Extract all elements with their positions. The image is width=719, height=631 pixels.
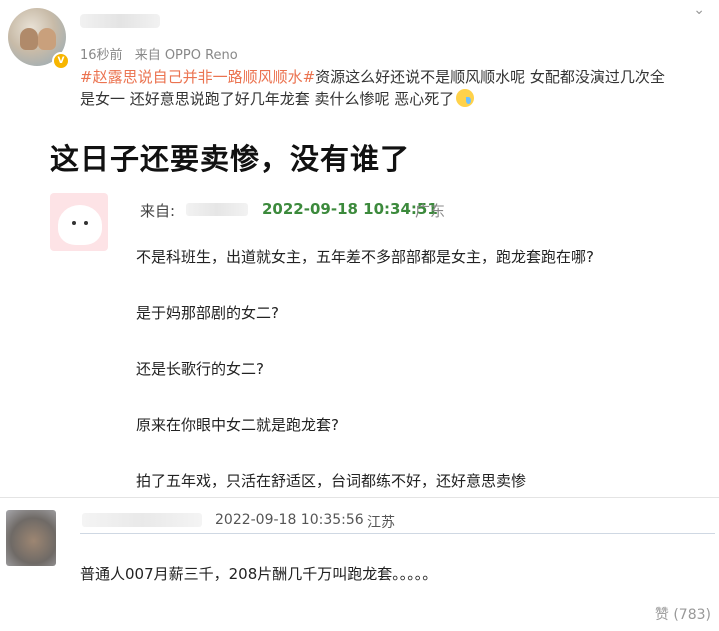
commenter-name-blurred[interactable] — [82, 513, 202, 527]
comment-paragraph: 还是长歌行的女二? — [136, 360, 264, 378]
post-meta: 16秒前 来自 OPPO Reno — [80, 44, 246, 63]
commenter-avatar[interactable] — [50, 193, 108, 251]
commenter-name-blurred[interactable] — [186, 203, 248, 216]
avatar-eye — [72, 221, 76, 225]
comment-paragraph: 原来在你眼中女二就是跑龙套? — [136, 416, 339, 434]
avatar-figure — [20, 28, 38, 50]
comment-location: 江苏 — [367, 515, 395, 531]
avatar-figure — [38, 28, 56, 50]
like-button[interactable]: 赞 (783) — [655, 604, 711, 624]
commenter-avatar[interactable] — [6, 510, 56, 566]
crying-emoji-icon — [456, 89, 475, 107]
chevron-down-icon[interactable]: ⌄ — [693, 2, 705, 18]
divider — [80, 533, 715, 534]
comment-paragraph: 是于妈那部剧的女二? — [136, 304, 279, 322]
comment-timestamp: 2022-09-18 10:35:56 — [215, 512, 364, 528]
avatar-eye — [84, 221, 88, 225]
comment-paragraph: 拍了五年戏，只活在舒适区，台词都练不好，还好意思卖惨 — [136, 472, 527, 490]
comment-paragraph: 不是科班生，出道就女主，五年差不多部部都是女主，跑龙套跑在哪? — [136, 248, 594, 266]
post-time: 16秒前 — [80, 48, 123, 63]
post-text: #赵露思说自己并非一路顺风顺水#资源这么好还说不是顺风顺水呢 女配都没演过几次全… — [80, 66, 710, 110]
post-text-line2: 是女一 还好意思说跑了好几年龙套 卖什么惨呢 恶心死了 — [80, 90, 455, 108]
headline-caption: 这日子还要卖惨，没有谁了 — [50, 142, 411, 176]
hashtag-link[interactable]: #赵露思说自己并非一路顺风顺水# — [80, 68, 315, 86]
comment-from-label: 来自: — [140, 202, 176, 220]
comment-timestamp: 2022-09-18 10:34:51 — [262, 200, 438, 218]
avatar-figure — [58, 205, 102, 245]
comment-location: 广东 — [415, 202, 446, 220]
post-source: 来自 OPPO Reno — [134, 48, 238, 63]
username-blurred[interactable] — [80, 14, 160, 28]
verified-badge-icon: V — [52, 52, 70, 70]
comment-text: 普通人007月薪三千，208片酬几千万叫跑龙套。。。。。 — [80, 565, 438, 583]
divider — [0, 497, 719, 498]
post-text-line1: 资源这么好还说不是顺风顺水呢 女配都没演过几次全 — [315, 68, 665, 86]
